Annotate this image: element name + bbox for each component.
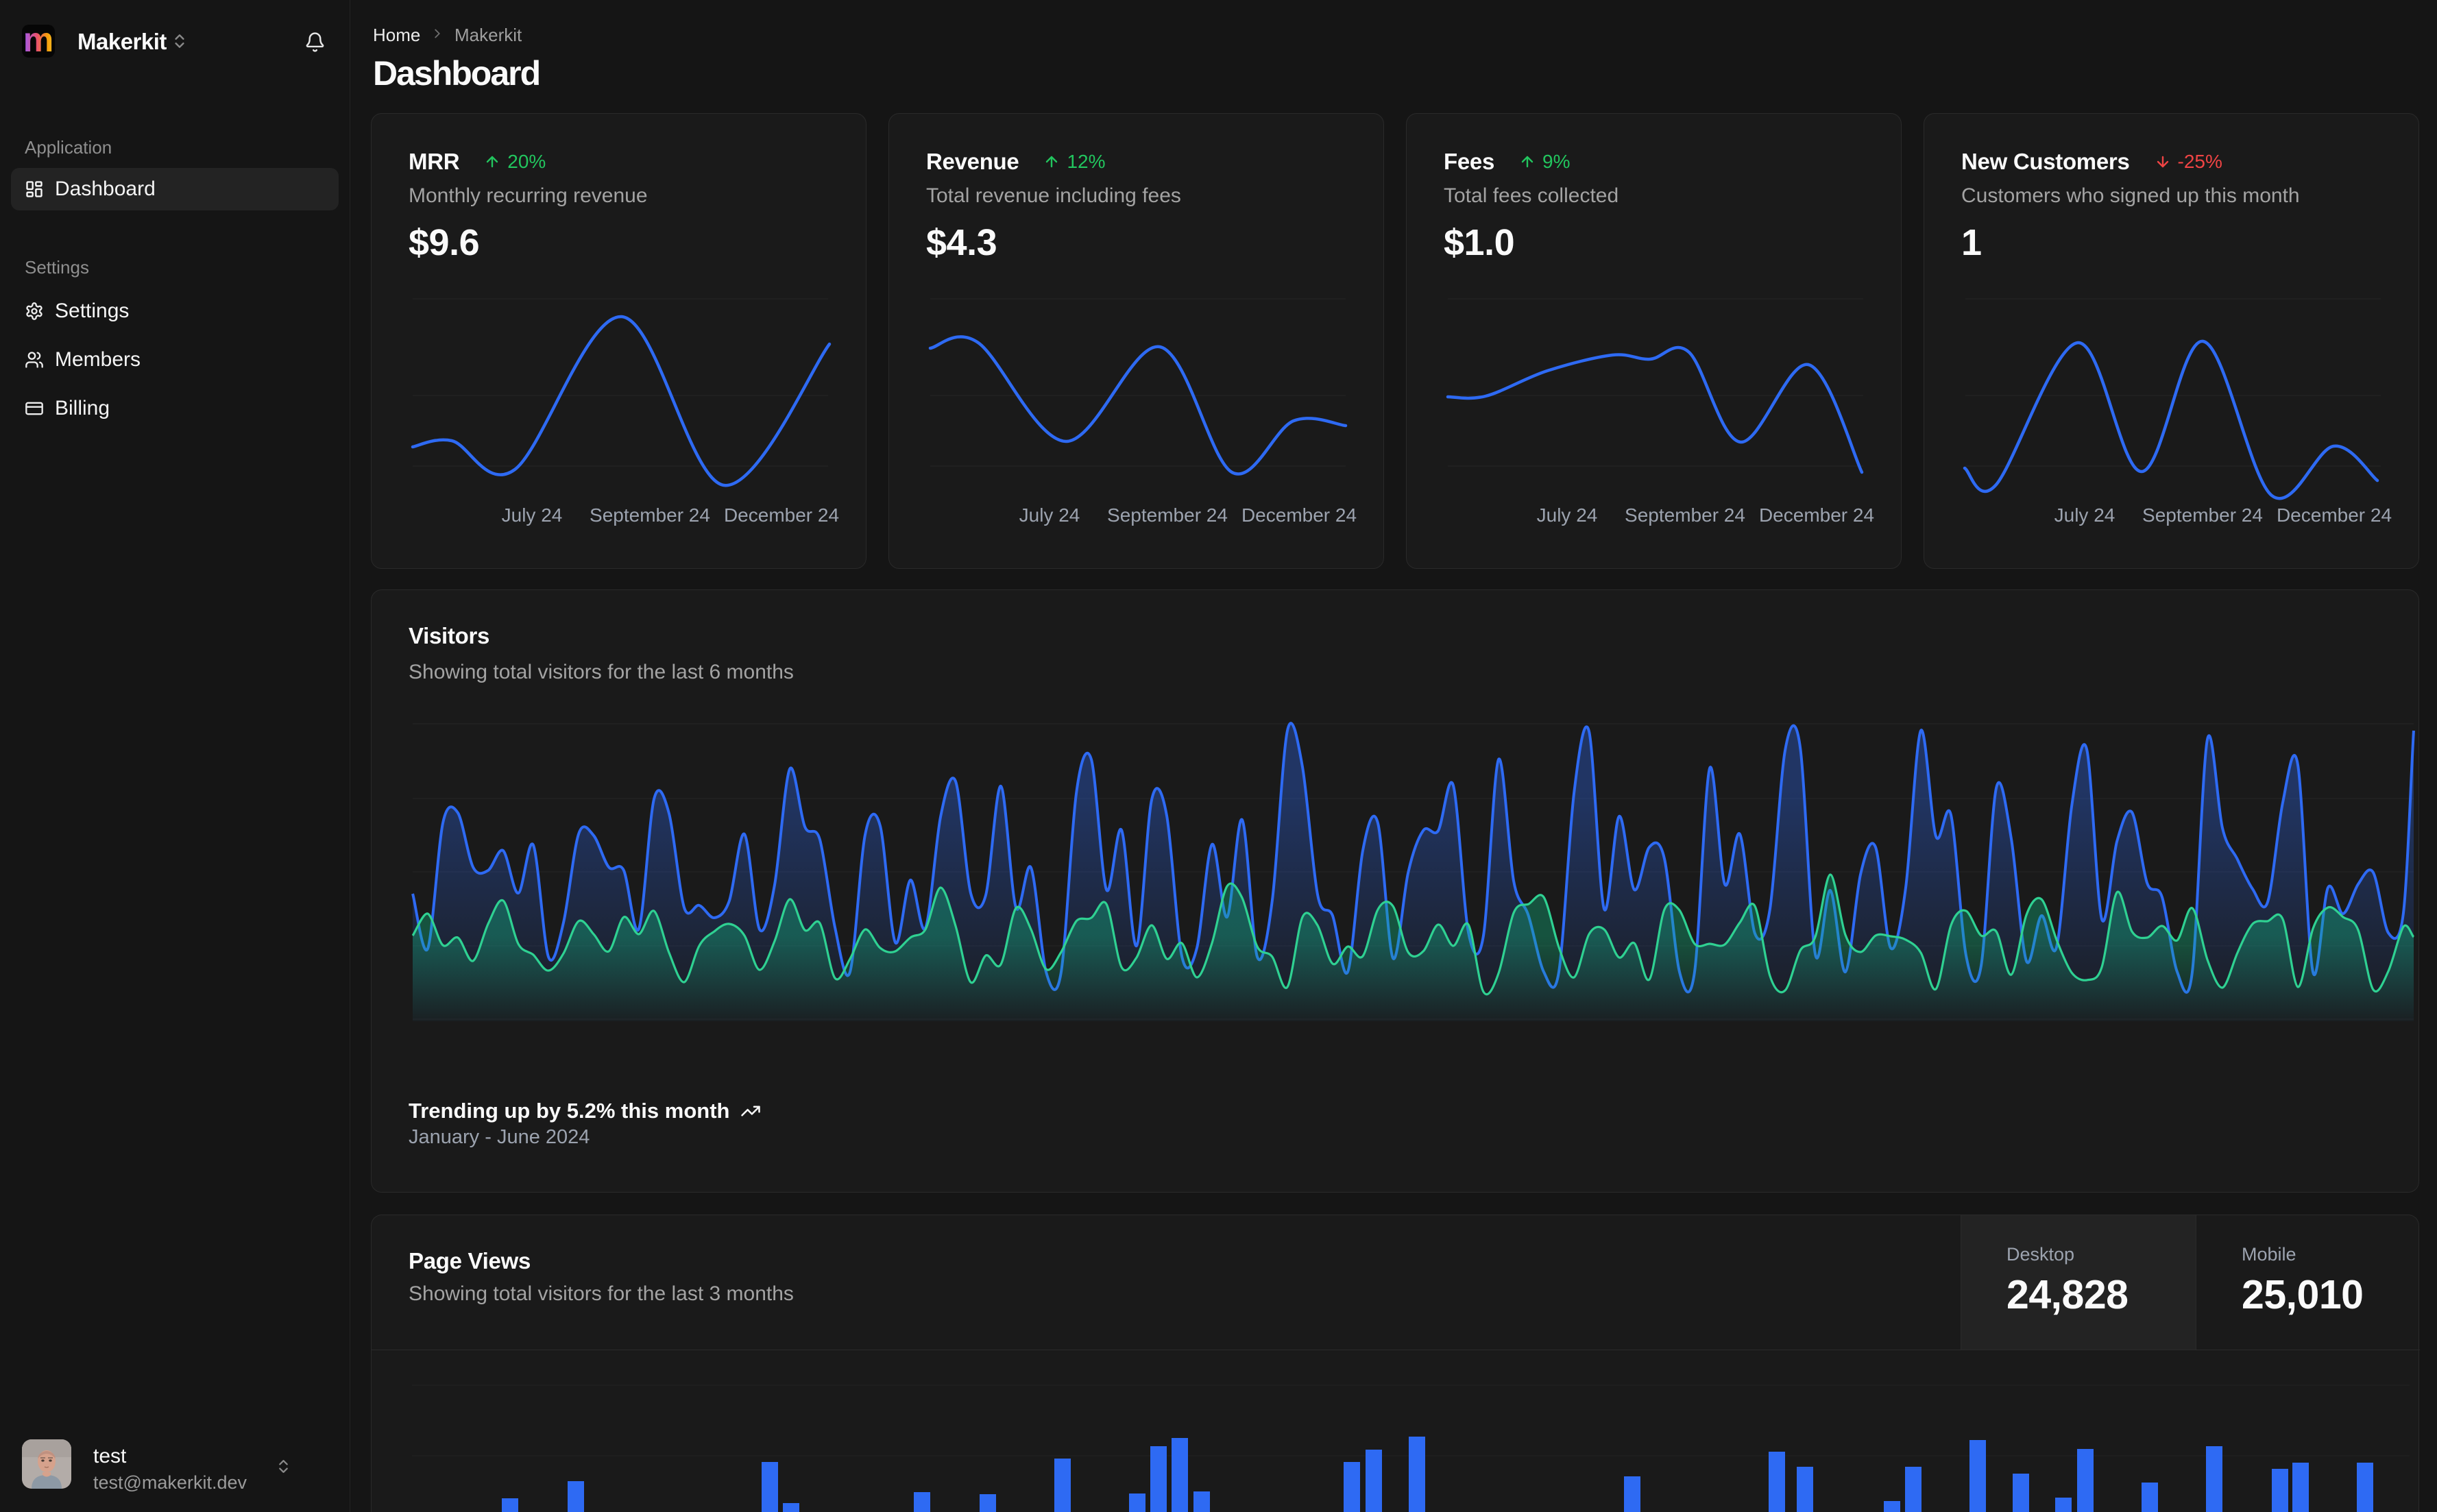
svg-text:m: m [23, 25, 53, 58]
